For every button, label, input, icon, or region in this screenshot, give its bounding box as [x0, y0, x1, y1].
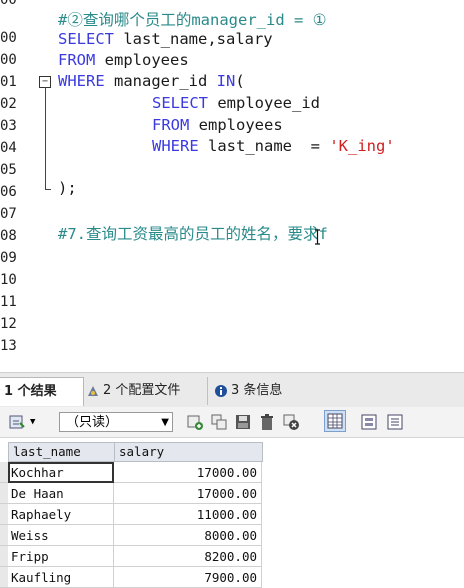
result-toolbar: ▼ （只读） ▼: [0, 407, 464, 438]
line-number: 09: [0, 250, 17, 266]
sql-comment: #②查询哪个员工的manager_id = ①: [58, 11, 327, 29]
line-number-gutter: 00 00 00 01 02 03 04 05 06 07 08 09 10 1…: [0, 0, 18, 370]
sql-string: 'K_ing': [329, 137, 395, 155]
sql-comment: #7.查询工资最高的员工的姓名，要求f: [58, 225, 328, 243]
code-line: WHERE manager_id IN(: [58, 72, 245, 90]
row-marker[interactable]: [0, 504, 8, 525]
table-cell[interactable]: 11000.00: [114, 504, 262, 525]
sql-keyword: FROM: [58, 51, 96, 69]
tab-number: 2: [103, 383, 112, 398]
column-header-salary[interactable]: salary: [114, 442, 263, 462]
table-cell[interactable]: De Haan: [8, 483, 114, 504]
row-marker[interactable]: [0, 525, 8, 546]
sql-keyword: WHERE: [152, 137, 199, 155]
line-number: 06: [0, 184, 17, 200]
save-icon[interactable]: [234, 413, 252, 431]
line-number: 00: [0, 30, 17, 46]
table-cell[interactable]: 7900.00: [114, 567, 262, 588]
profile-icon: [88, 385, 98, 396]
code-line: WHERE last_name = 'K_ing': [152, 137, 395, 155]
table-cell[interactable]: Raphaely: [8, 504, 114, 525]
sql-text: (: [235, 72, 245, 90]
tab-label: 个结果: [17, 384, 57, 399]
sql-keyword: SELECT: [152, 94, 208, 112]
line-number: 13: [0, 338, 17, 354]
sql-text: employee_id: [208, 94, 320, 112]
line-number: 11: [0, 294, 17, 310]
line-number: 01: [0, 74, 17, 90]
code-line: FROM employees: [152, 116, 283, 134]
sql-text: );: [58, 179, 77, 197]
table-cell[interactable]: Fripp: [8, 546, 114, 567]
result-tabs-bar: 1 个结果 2 个配置文件 3 条信息: [0, 372, 464, 408]
row-marker[interactable]: [0, 546, 8, 567]
table-cell[interactable]: Kochhar: [8, 462, 114, 483]
sql-text: employees: [189, 116, 283, 134]
dropdown-arrow-icon[interactable]: ▼: [30, 417, 35, 427]
code-line: SELECT last_name,salary: [58, 30, 273, 48]
sql-text: employees: [95, 51, 189, 69]
sql-keyword: SELECT: [58, 30, 114, 48]
sql-text: manager_id: [104, 72, 217, 90]
line-number: 00: [0, 0, 17, 8]
table-cell[interactable]: 17000.00: [114, 462, 262, 483]
tab-messages[interactable]: 3 条信息: [207, 377, 282, 405]
delete-icon[interactable]: [258, 413, 276, 431]
add-row-icon[interactable]: [186, 413, 204, 431]
cancel-changes-icon[interactable]: [282, 413, 300, 431]
table-cell[interactable]: 8000.00: [114, 525, 262, 546]
row-marker[interactable]: [0, 462, 8, 483]
code-line: SELECT employee_id: [152, 94, 320, 112]
tab-label: 个配置文件: [115, 383, 181, 398]
code-line: FROM employees: [58, 51, 189, 69]
text-view-icon[interactable]: [386, 413, 404, 431]
info-icon: [215, 384, 227, 397]
code-line: );: [58, 179, 77, 197]
tab-number: 1: [4, 384, 14, 399]
line-number: 12: [0, 316, 17, 332]
form-view-icon[interactable]: [360, 413, 378, 431]
row-marker[interactable]: [0, 567, 8, 588]
fold-guide-end: [45, 189, 51, 190]
code-line: #②查询哪个员工的manager_id = ①: [58, 8, 327, 30]
readonly-mode-select[interactable]: （只读） ▼: [59, 412, 173, 432]
select-value: （只读）: [66, 415, 119, 430]
tab-number: 3: [231, 383, 240, 398]
export-icon[interactable]: [8, 413, 26, 431]
line-number: 10: [0, 272, 17, 288]
grid-view-icon: [327, 413, 343, 429]
line-number: 08: [0, 228, 17, 244]
chevron-down-icon: ▼: [161, 417, 169, 428]
line-number: 05: [0, 162, 17, 178]
fold-guide-line: [45, 87, 46, 190]
sql-text: last_name =: [198, 137, 330, 155]
tab-profiles[interactable]: 2 个配置文件: [86, 377, 180, 405]
table-cell[interactable]: Kaufling: [8, 567, 114, 588]
sql-keyword: IN: [216, 72, 236, 90]
sql-keyword: FROM: [152, 116, 190, 134]
duplicate-row-icon[interactable]: [210, 413, 228, 431]
line-number: 02: [0, 96, 17, 112]
line-number: 04: [0, 140, 17, 156]
table-cell[interactable]: 17000.00: [114, 483, 262, 504]
table-cell[interactable]: 8200.00: [114, 546, 262, 567]
row-marker[interactable]: [0, 483, 8, 504]
tab-results[interactable]: 1 个结果: [0, 377, 84, 406]
line-number: 07: [0, 206, 17, 222]
grid-view-button[interactable]: [324, 410, 346, 432]
table-cell[interactable]: Weiss: [8, 525, 114, 546]
result-grid[interactable]: last_name salary Kochhar 17000.00 De Haa…: [0, 438, 464, 588]
text-cursor-icon: [315, 229, 320, 245]
sql-keyword: WHERE: [58, 72, 105, 90]
sql-editor[interactable]: 00 00 00 01 02 03 04 05 06 07 08 09 10 1…: [0, 0, 464, 370]
column-header-last-name[interactable]: last_name: [8, 442, 115, 462]
code-line: #7.查询工资最高的员工的姓名，要求f: [58, 222, 328, 244]
line-number: 03: [0, 118, 17, 134]
tab-label: 条信息: [243, 383, 283, 398]
sql-text: last_name,salary: [114, 30, 273, 48]
line-number: 00: [0, 52, 17, 68]
